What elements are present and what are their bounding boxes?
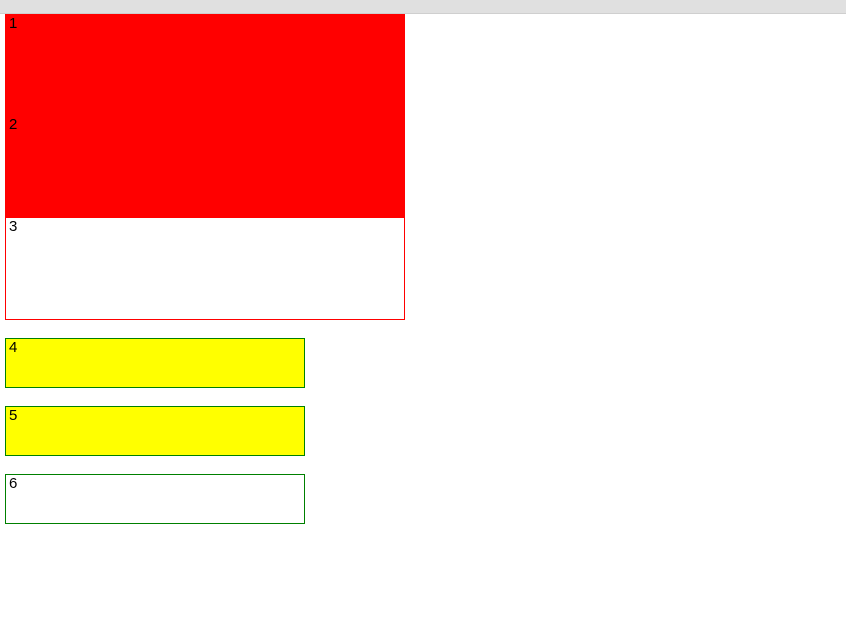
box-3: 3: [5, 218, 405, 320]
box-3-label: 3: [9, 218, 17, 235]
box-2: 2: [5, 116, 405, 218]
red-box-group: 1 2 3: [5, 14, 846, 320]
content-area: 1 2 3 4 5 6: [0, 14, 846, 524]
yellow-box-group: 4 5 6: [5, 338, 846, 524]
window-top-strip: [0, 0, 846, 14]
box-4: 4: [5, 338, 305, 388]
box-1: 1: [5, 14, 405, 116]
box-5: 5: [5, 406, 305, 456]
box-4-label: 4: [9, 339, 17, 356]
box-1-label: 1: [9, 15, 17, 32]
box-6-label: 6: [9, 475, 17, 492]
box-6: 6: [5, 474, 305, 524]
box-5-label: 5: [9, 407, 17, 424]
box-2-label: 2: [9, 116, 17, 133]
